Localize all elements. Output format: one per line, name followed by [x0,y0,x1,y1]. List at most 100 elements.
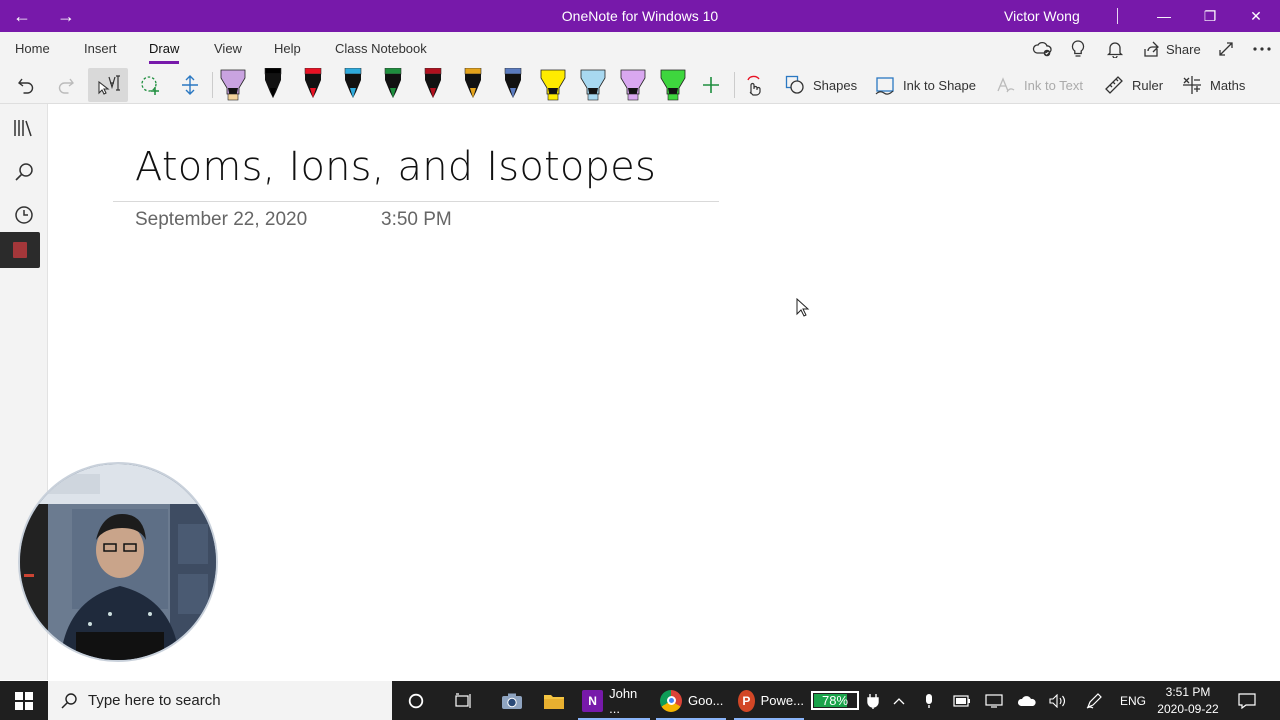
tab-view[interactable]: View [214,41,242,56]
maths-label: Maths [1210,77,1246,93]
camera-icon [502,693,522,709]
ruler-label: Ruler [1132,77,1164,93]
microphone-icon [926,693,932,708]
select-text-icon [98,75,120,95]
camera-app-button[interactable] [494,681,530,720]
start-button[interactable] [0,681,48,720]
plug-tray-button[interactable] [864,681,882,720]
bell-icon [1106,42,1124,58]
draw-toolbar: Shapes Ink to Shape Ink to Text Ruler Ma… [0,66,1280,104]
highlighter-icon [620,69,646,101]
close-button[interactable]: ✕ [1233,0,1279,32]
tab-help[interactable]: Help [274,41,301,56]
tab-home[interactable]: Home [15,41,50,56]
battery-icon [953,694,970,707]
shapes-button[interactable]: Shapes [785,72,857,98]
network-icon [985,693,1003,708]
recent-notes-button[interactable] [0,197,48,233]
language-indicator[interactable]: ENG [1116,681,1150,720]
search-button[interactable] [0,154,48,190]
lasso-select-button[interactable] [134,68,166,102]
redo-button[interactable] [50,68,82,102]
type-select-button[interactable] [88,68,128,102]
taskbar-app-chrome[interactable]: Goo... [656,681,726,720]
restore-button[interactable]: ❐ [1187,0,1233,32]
pen-icon [344,67,362,98]
share-button[interactable]: Share [1142,38,1201,60]
taskbar-search-box[interactable]: Type here to search [48,681,392,720]
sync-status-button[interactable] [1032,38,1054,60]
folder-icon [544,694,564,709]
touch-drawing-button[interactable] [740,68,768,102]
search-placeholder: Type here to search [88,692,221,709]
ink-to-shape-button[interactable]: Ink to Shape [875,72,976,98]
tab-class-notebook[interactable]: Class Notebook [335,41,427,56]
ink-to-shape-label: Ink to Shape [903,77,976,93]
highlighter-9[interactable] [538,68,568,102]
titlebar-divider [1117,8,1118,24]
user-name[interactable]: Victor Wong [1004,8,1080,24]
notebook-icon [13,242,27,258]
page-title[interactable]: Atoms, Ions, and Isotopes [135,144,656,190]
more-icon [1253,47,1271,51]
clock-time: 3:51 PM [1165,685,1211,699]
page-time: 3:50 PM [381,209,452,230]
battery-tray-button[interactable] [950,681,974,720]
page-date: September 22, 2020 [135,209,308,230]
tab-insert[interactable]: Insert [84,41,117,56]
toolbar-divider [212,72,213,98]
close-icon: ✕ [1250,7,1262,24]
file-explorer-button[interactable] [536,681,572,720]
tell-me-button[interactable] [1070,38,1086,60]
ink-to-text-label: Ink to Text [1024,77,1084,93]
pen-3[interactable] [298,67,328,102]
full-screen-button[interactable] [1217,38,1235,60]
shapes-label: Shapes [813,77,858,93]
highlighter-12[interactable] [658,68,688,102]
current-notebook-button[interactable] [0,232,40,268]
network-tray-button[interactable] [982,681,1006,720]
taskbar-app-powerpoint[interactable]: P Powe... [734,681,804,720]
ink-to-text-button[interactable]: Ink to Text [996,72,1083,98]
ruler-button[interactable]: Ruler [1104,72,1163,98]
more-options-button[interactable] [1253,38,1271,60]
plug-icon [867,693,879,709]
maths-button[interactable]: Maths [1182,72,1245,98]
highlighter-11[interactable] [618,68,648,102]
minimize-button[interactable]: — [1141,0,1187,32]
onedrive-tray-button[interactable] [1014,681,1040,720]
volume-tray-button[interactable] [1046,681,1070,720]
notebooks-button[interactable] [0,110,48,146]
show-hidden-icons-button[interactable] [888,681,910,720]
share-label: Share [1166,41,1201,57]
notifications-button[interactable] [1106,38,1124,60]
taskbar-app-onenote[interactable]: N John ... [578,681,650,720]
task-view-icon [455,692,471,708]
pen-6[interactable] [418,67,448,102]
add-pen-button[interactable] [696,68,726,102]
tab-draw[interactable]: Draw [149,41,180,64]
cortana-button[interactable] [398,681,434,720]
action-center-button[interactable] [1234,681,1260,720]
pen-7[interactable] [458,67,488,102]
pen-4[interactable] [338,67,368,102]
pen-2[interactable] [258,67,288,102]
pen-8[interactable] [498,67,528,102]
touch-draw-icon [747,75,761,96]
presenter-video [20,464,216,660]
pen-workspace-button[interactable] [1082,681,1106,720]
pen-icon [1086,692,1102,709]
undo-button[interactable] [10,68,42,102]
taskbar-app-label: Goo... [688,693,724,708]
taskbar-clock[interactable]: 3:51 PM 2020-09-22 [1150,684,1226,718]
task-view-button[interactable] [446,681,482,720]
highlighter-1[interactable] [218,68,248,102]
notification-icon [1238,692,1256,709]
cloud-icon [1017,695,1036,706]
toolbar-divider-2 [734,72,735,98]
microphone-tray-button[interactable] [918,681,940,720]
pen-5[interactable] [378,67,408,102]
highlighter-10[interactable] [578,68,608,102]
battery-indicator[interactable]: 78% [811,691,859,710]
add-space-button[interactable] [174,68,206,102]
